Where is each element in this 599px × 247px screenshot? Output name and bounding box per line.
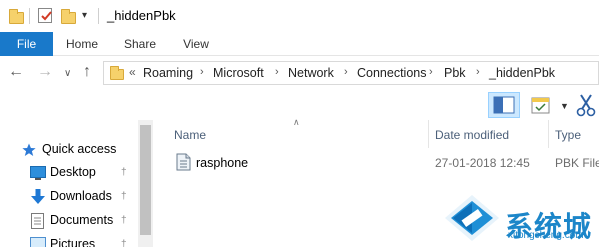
desktop-icon bbox=[30, 166, 46, 180]
crumb-connections[interactable]: Connections bbox=[357, 66, 427, 80]
address-bar[interactable]: « Roaming › Microsoft › Network › Connec… bbox=[103, 61, 599, 85]
nav-item-pictures[interactable]: Pictures † bbox=[0, 233, 138, 247]
address-overflow[interactable]: « bbox=[129, 65, 136, 79]
file-type: PBK File bbox=[555, 156, 599, 170]
cut-button[interactable] bbox=[576, 93, 596, 122]
nav-label: Documents bbox=[50, 213, 114, 227]
pane-layout-icon bbox=[493, 96, 515, 114]
pbk-file-icon bbox=[176, 153, 191, 171]
crumb-pbk[interactable]: Pbk bbox=[444, 66, 466, 80]
watermark-logo-icon bbox=[445, 195, 499, 241]
column-divider[interactable] bbox=[428, 120, 429, 148]
nav-item-desktop[interactable]: Desktop † bbox=[0, 161, 138, 185]
column-header-type[interactable]: Type bbox=[555, 128, 581, 142]
notepad-icon bbox=[531, 97, 550, 114]
nav-item-quick-access[interactable]: Quick access bbox=[0, 138, 138, 162]
file-date-modified: 27-01-2018 12:45 bbox=[435, 156, 530, 170]
crumb-separator-icon[interactable]: › bbox=[200, 66, 204, 78]
crumb-microsoft[interactable]: Microsoft bbox=[213, 66, 264, 80]
tab-home[interactable]: Home bbox=[58, 32, 106, 56]
sort-ascending-icon: ∧ bbox=[293, 117, 300, 127]
recent-locations-button[interactable]: ∨ bbox=[64, 66, 71, 82]
nav-label: Desktop bbox=[50, 165, 96, 179]
ribbon-tabs: File Home Share View bbox=[0, 32, 599, 56]
navigation-bar: ← → ∨ ↑ « Roaming › Microsoft › Network … bbox=[0, 56, 599, 90]
tab-view[interactable]: View bbox=[174, 32, 218, 56]
table-row[interactable]: rasphone 27-01-2018 12:45 PBK File bbox=[170, 150, 599, 174]
crumb-separator-icon[interactable]: › bbox=[476, 66, 480, 78]
download-arrow-icon bbox=[31, 189, 45, 204]
tab-file[interactable]: File bbox=[0, 32, 53, 56]
pictures-icon bbox=[30, 237, 46, 247]
forward-button[interactable]: → bbox=[37, 64, 53, 80]
nav-item-downloads[interactable]: Downloads † bbox=[0, 185, 138, 209]
pin-icon[interactable]: † bbox=[121, 215, 127, 226]
pin-icon[interactable]: † bbox=[121, 239, 127, 247]
crumb-network[interactable]: Network bbox=[288, 66, 334, 80]
properties-button[interactable] bbox=[38, 8, 52, 23]
crumb-separator-icon[interactable]: › bbox=[429, 66, 433, 78]
pin-icon[interactable]: † bbox=[121, 167, 127, 178]
folder-icon bbox=[9, 9, 24, 24]
nav-label: Downloads bbox=[50, 189, 112, 203]
column-divider[interactable] bbox=[548, 120, 549, 148]
title-bar: ▾ _hiddenPbk bbox=[0, 0, 599, 32]
window-title: _hiddenPbk bbox=[107, 8, 176, 23]
folder-icon bbox=[110, 66, 124, 80]
nav-label: Quick access bbox=[42, 142, 117, 156]
watermark-domain: xitongcheng.com bbox=[508, 230, 584, 241]
column-header-date-modified[interactable]: Date modified bbox=[435, 128, 509, 142]
details-pane-button[interactable] bbox=[488, 92, 520, 118]
crumb-hiddenpbk[interactable]: _hiddenPbk bbox=[489, 66, 555, 80]
view-options-dropdown-icon[interactable]: ▼ bbox=[560, 101, 569, 111]
star-icon bbox=[22, 143, 36, 156]
documents-icon bbox=[31, 213, 44, 229]
navpane-scrollbar-thumb[interactable] bbox=[140, 125, 151, 235]
crumb-separator-icon[interactable]: › bbox=[344, 66, 348, 78]
nav-item-documents[interactable]: Documents † bbox=[0, 209, 138, 233]
view-toolbar: ▼ bbox=[0, 90, 599, 120]
crumb-roaming[interactable]: Roaming bbox=[143, 66, 193, 80]
new-folder-button[interactable] bbox=[61, 9, 76, 24]
column-header-name[interactable]: Name bbox=[174, 128, 206, 142]
pin-icon[interactable]: † bbox=[121, 191, 127, 202]
up-button[interactable]: ↑ bbox=[83, 64, 91, 80]
checkmark-icon bbox=[41, 11, 52, 21]
crumb-separator-icon[interactable]: › bbox=[275, 66, 279, 78]
tab-share[interactable]: Share bbox=[115, 32, 165, 56]
back-button[interactable]: ← bbox=[8, 64, 24, 80]
nav-label: Pictures bbox=[50, 237, 96, 247]
scissors-icon bbox=[576, 94, 596, 117]
customize-quick-access-icon[interactable]: ▾ bbox=[82, 10, 87, 21]
preview-pane-button[interactable] bbox=[531, 96, 551, 114]
file-name: rasphone bbox=[196, 156, 249, 170]
